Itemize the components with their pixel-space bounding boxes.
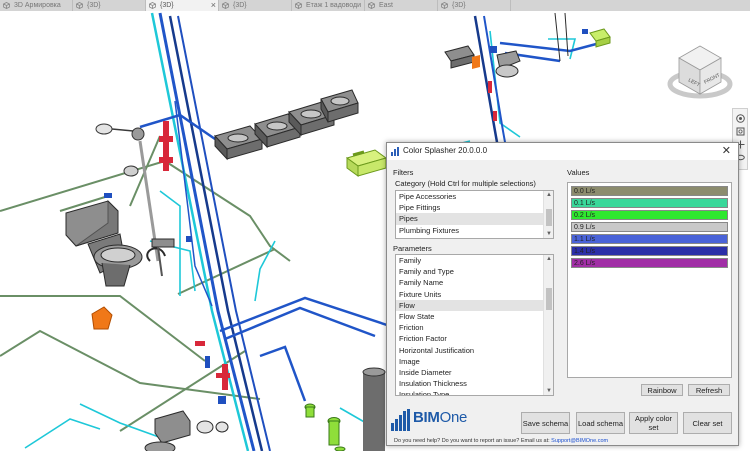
thin-pipes [554, 12, 569, 62]
parameters-scrollbar[interactable]: ▲ ▼ [543, 255, 553, 395]
scroll-down-icon[interactable]: ▼ [545, 230, 553, 238]
category-item[interactable]: Plumbing Fixtures [396, 225, 553, 236]
view-tab-label: {3D} [160, 2, 174, 9]
scroll-down-icon[interactable]: ▼ [545, 387, 553, 395]
view-tab-label: {3D} [452, 2, 466, 9]
zoom-window-icon[interactable] [736, 127, 745, 136]
close-icon[interactable]: ✕ [722, 144, 731, 157]
load-schema-button[interactable]: Load schema [576, 412, 625, 434]
save-schema-button[interactable]: Save schema [521, 412, 570, 434]
clear-set-button[interactable]: Clear set [683, 412, 732, 434]
footer-text: Do you need help? Do you want to report … [394, 438, 550, 444]
view-tab[interactable]: {3D} [73, 0, 146, 11]
scroll-thumb[interactable] [546, 209, 552, 226]
color-splasher-dialog: Color Splasher 20.0.0.0 ✕ Filters Catego… [386, 142, 739, 446]
green-valves [304, 403, 346, 451]
close-tab-icon[interactable]: × [211, 0, 216, 11]
full-navigation-wheel-icon[interactable] [736, 114, 745, 123]
view-cube[interactable]: LEFT FRONT [667, 40, 733, 102]
category-item[interactable]: Pipe Fittings [396, 202, 553, 213]
category-listbox[interactable]: Pipe Accessories Pipe Fittings Pipes Plumbi… [395, 190, 554, 239]
category-items: Pipe Accessories Pipe Fittings Pipes Plumbi… [396, 191, 553, 236]
toilet-1 [65, 199, 143, 287]
parameter-item[interactable]: Flow [396, 299, 553, 311]
sink-4 [320, 89, 359, 123]
view-3d-icon [149, 2, 156, 9]
support-email-link[interactable]: Support@BIMOne.com [551, 438, 608, 444]
parameter-item[interactable]: Horizontal Justification [396, 345, 553, 356]
values-listbox[interactable]: 0.0 L/s 0.1 L/s 0.2 L/s 0.9 L/s 1.1 L/s 1.4 L… [567, 182, 732, 378]
color-splasher-app-icon [391, 147, 399, 156]
category-label: Category (Hold Ctrl for multiple selecti… [395, 179, 536, 188]
value-color-row[interactable]: 2.6 L/s [571, 258, 728, 268]
apply-color-set-button[interactable]: Apply color set [629, 412, 678, 434]
category-item[interactable]: Pipes [396, 213, 553, 225]
view-3d-icon [295, 2, 302, 9]
parameter-item[interactable]: Family [396, 255, 553, 266]
parameter-item[interactable]: Flow State [396, 311, 553, 322]
value-color-row[interactable]: 0.0 L/s [571, 186, 728, 196]
water-heater [362, 367, 386, 451]
parameter-item[interactable]: Image [396, 356, 553, 367]
value-color-row[interactable]: 1.4 L/s [571, 246, 728, 256]
category-item[interactable]: Pipe Accessories [396, 191, 553, 202]
parameter-item[interactable]: Family and Type [396, 266, 553, 277]
parameter-item[interactable]: Insulation Thickness [396, 378, 553, 389]
view-tab-label: {3D} [87, 2, 101, 9]
value-color-row[interactable]: 0.9 L/s [571, 222, 728, 232]
support-footer: Do you need help? Do you want to report … [394, 438, 608, 444]
logo-bim: BIM [413, 409, 440, 426]
view-3d-icon [441, 2, 448, 9]
view-tab-label: Етаж 1 вадоводи [306, 2, 362, 9]
view-tab[interactable]: Етаж 1 вадоводи [292, 0, 365, 11]
toilet-2 [144, 410, 191, 451]
toilet-3 [495, 50, 521, 78]
filters-label: Filters [393, 168, 414, 177]
view-3d-icon [76, 2, 83, 9]
view-tab[interactable]: 3D Армировка [0, 0, 73, 11]
view-3d-icon [368, 2, 375, 9]
bimone-logo-text: BIMOne [413, 409, 467, 426]
view-tab-label: {3D} [233, 2, 247, 9]
dialog-title-bar[interactable]: Color Splasher 20.0.0.0 ✕ [387, 143, 738, 160]
bimone-logo-icon [391, 409, 410, 431]
view-tab-label: 3D Армировка [14, 2, 61, 9]
parameters-label: Parameters [393, 244, 432, 253]
scroll-up-icon[interactable]: ▲ [545, 191, 553, 199]
rainbow-button[interactable]: Rainbow [641, 384, 683, 396]
view-3d-icon [3, 2, 10, 9]
parameter-item[interactable]: Family Name [396, 277, 553, 288]
dialog-title: Color Splasher 20.0.0.0 [403, 146, 488, 155]
parameter-item[interactable]: Insulation Type [396, 389, 553, 395]
refresh-button[interactable]: Refresh [688, 384, 730, 396]
view-tab-label: East [379, 2, 394, 9]
value-color-row[interactable]: 0.2 L/s [571, 210, 728, 220]
view-tab[interactable]: {3D} [219, 0, 292, 11]
sink-5 [444, 45, 475, 69]
parameter-item[interactable]: Inside Diameter [396, 367, 553, 378]
view-tab[interactable]: East [365, 0, 438, 11]
value-color-row[interactable]: 1.1 L/s [571, 234, 728, 244]
red-pipe-fittings [159, 121, 230, 390]
parameter-item[interactable]: Friction Factor [396, 333, 553, 344]
scroll-up-icon[interactable]: ▲ [545, 255, 553, 263]
parameter-item[interactable]: Fixture Units [396, 289, 553, 300]
scroll-thumb[interactable] [546, 288, 552, 310]
logo-one: One [439, 409, 468, 426]
bimone-logo: BIMOne [391, 409, 481, 431]
values-label: Values [567, 168, 590, 177]
view-tab-bar: 3D Армировка {3D} {3D} × {3D} Етаж 1 вадоводи… [0, 0, 750, 11]
parameter-item[interactable]: Friction [396, 322, 553, 333]
parameters-listbox[interactable]: Family Family and Type Family Name Fixture … [395, 254, 554, 396]
view-3d-icon [222, 2, 229, 9]
category-scrollbar[interactable]: ▲ ▼ [543, 191, 553, 238]
view-tab[interactable]: {3D} [438, 0, 511, 11]
value-color-row[interactable]: 0.1 L/s [571, 198, 728, 208]
parameter-items: Family Family and Type Family Name Fixture … [396, 255, 553, 395]
view-tab[interactable]: {3D} × [146, 0, 219, 11]
